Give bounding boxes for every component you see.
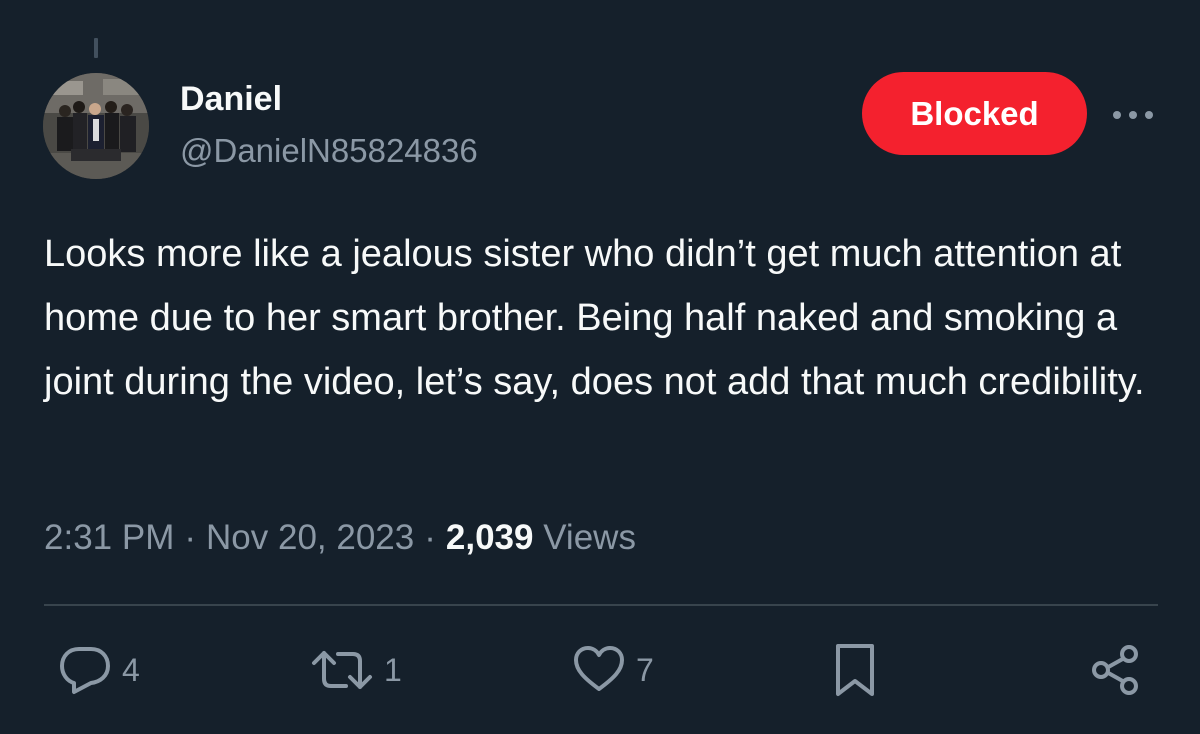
blocked-button[interactable]: Blocked — [862, 72, 1087, 155]
tweet-detail: Daniel @DanielN85824836 Blocked Looks mo… — [0, 0, 1200, 734]
retweet-button[interactable]: 1 — [310, 642, 402, 698]
like-count: 7 — [636, 651, 654, 688]
meta-separator: · — [424, 518, 436, 557]
thread-connector-line — [94, 38, 98, 58]
meta-separator: · — [184, 518, 197, 557]
share-icon — [1092, 645, 1138, 695]
divider — [44, 604, 1158, 606]
bookmark-icon — [836, 644, 874, 696]
user-handle[interactable]: @DanielN85824836 — [180, 132, 478, 170]
views-label: Views — [543, 518, 636, 557]
tweet-text: Looks more like a jealous sister who did… — [44, 233, 1145, 403]
reply-icon — [60, 647, 110, 694]
views-count[interactable]: 2,039 — [446, 518, 534, 557]
retweet-icon — [312, 651, 372, 689]
avatar[interactable] — [43, 73, 149, 179]
like-button[interactable]: 7 — [572, 642, 654, 698]
avatar-photo — [43, 73, 149, 179]
tweet-metadata: 2:31 PM · Nov 20, 2023 · 2,039 Views — [44, 516, 636, 560]
heart-icon — [574, 646, 624, 691]
more-horizontal-icon[interactable] — [1108, 100, 1158, 130]
share-button[interactable] — [1088, 642, 1144, 698]
display-name[interactable]: Daniel — [180, 80, 282, 118]
retweet-count: 1 — [384, 651, 402, 688]
tweet-date[interactable]: Nov 20, 2023 — [206, 518, 414, 557]
bookmark-button[interactable] — [830, 642, 880, 698]
reply-button[interactable]: 4 — [58, 642, 140, 698]
reply-count: 4 — [122, 651, 140, 688]
tweet-time[interactable]: 2:31 PM — [44, 518, 174, 557]
